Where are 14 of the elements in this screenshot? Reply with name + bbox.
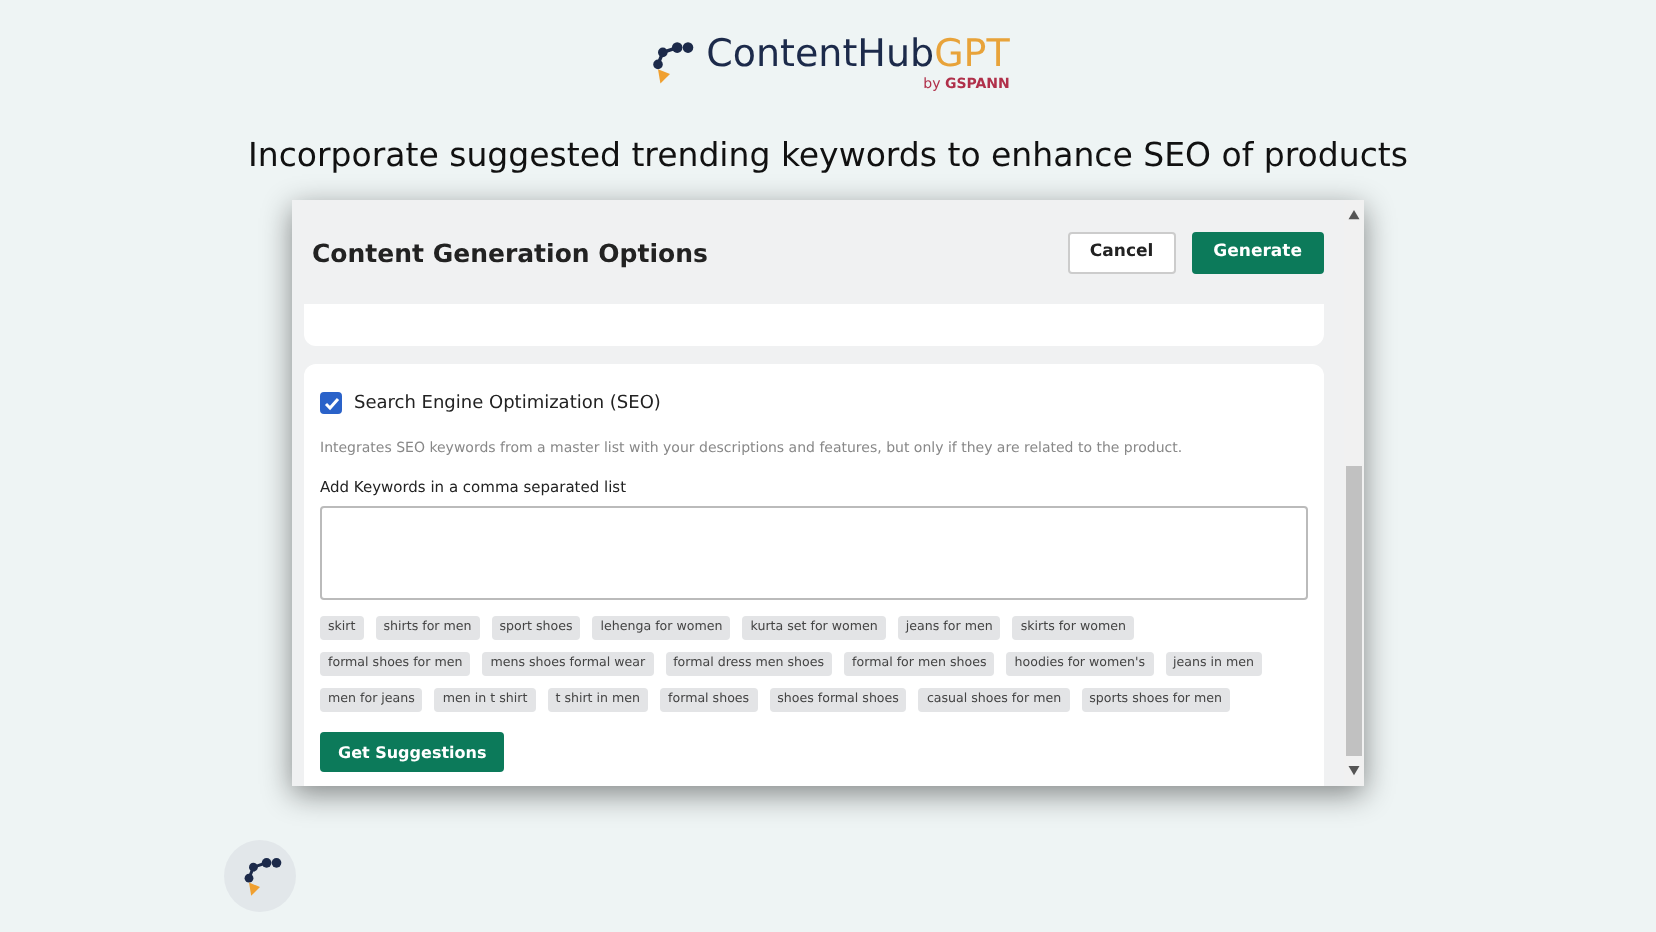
seo-label: Search Engine Optimization (SEO)	[354, 393, 661, 413]
scrollbar[interactable]	[1344, 200, 1364, 786]
brand-name: ContentHubGPT	[706, 32, 1010, 76]
get-suggestions-button[interactable]: Get Suggestions	[320, 732, 505, 772]
headline: Incorporate suggested trending keywords to enhance SEO of products	[248, 136, 1408, 176]
dialog-title: Content Generation Options	[312, 237, 710, 267]
seo-checkbox[interactable]	[320, 392, 342, 414]
keywords-field[interactable]	[320, 506, 1308, 600]
assistant-button[interactable]	[224, 840, 296, 912]
generate-button[interactable]: Generate	[1191, 231, 1324, 273]
cancel-button[interactable]: Cancel	[1067, 231, 1176, 273]
scroll-up-icon[interactable]	[1348, 210, 1360, 220]
scroll-down-icon[interactable]	[1348, 766, 1360, 776]
scroll-thumb[interactable]	[1346, 465, 1362, 757]
